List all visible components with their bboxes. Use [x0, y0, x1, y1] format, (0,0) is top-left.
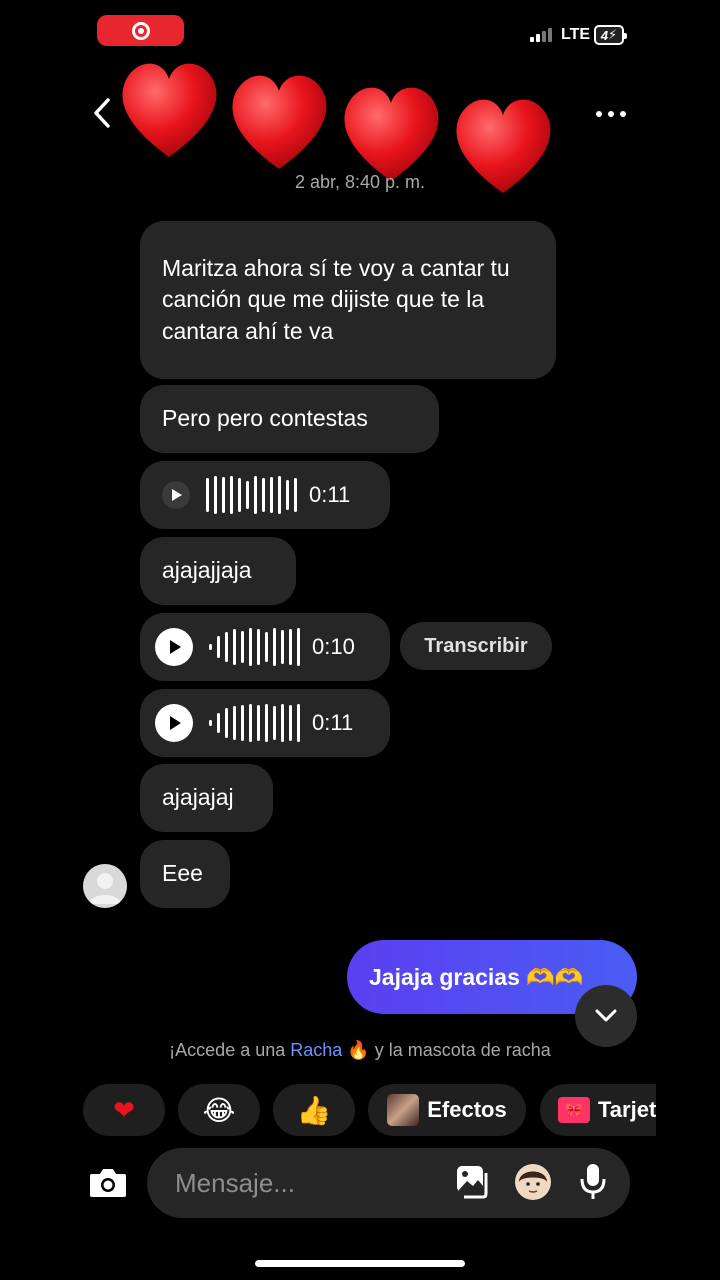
message-bubble[interactable]: Eee: [140, 840, 230, 908]
gallery-icon[interactable]: [455, 1164, 491, 1200]
message-text: ajajajaj: [162, 784, 234, 811]
message-bubble[interactable]: ajajajjaja: [140, 537, 296, 605]
effects-thumbnail-icon: [387, 1094, 420, 1126]
streak-suffix: y la mascota de racha: [369, 1040, 551, 1060]
message-text: Jajaja gracias 🫶🫶: [369, 963, 584, 990]
message-text: Pero pero contestas: [162, 405, 368, 432]
streak-banner: ¡Accede a una Racha 🔥 y la mascota de ra…: [0, 1040, 720, 1061]
waveform[interactable]: [209, 627, 300, 667]
chevron-down-icon: [595, 1009, 617, 1022]
message-input[interactable]: Mensaje...: [175, 1168, 295, 1199]
message-text: ajajajjaja: [162, 557, 252, 584]
network-label: LTE: [561, 26, 591, 43]
conversation-timestamp: 2 abr, 8:40 p. m.: [294, 172, 426, 192]
cards-label: Tarjet: [598, 1097, 656, 1122]
camera-icon[interactable]: [88, 1165, 128, 1199]
thumbs-up-icon: 👍: [296, 1094, 332, 1126]
microphone-icon[interactable]: [578, 1162, 608, 1202]
voice-message[interactable]: 0:11: [140, 689, 390, 757]
message-text: Eee: [162, 860, 203, 887]
heart-icon: ❤: [113, 1094, 135, 1125]
battery-icon: 4 ⚡: [594, 25, 627, 45]
heart-icon: [344, 87, 439, 181]
contact-avatar[interactable]: [83, 864, 127, 908]
play-icon[interactable]: [155, 704, 193, 742]
gift-card-icon: 🎀: [558, 1097, 590, 1123]
waveform[interactable]: [206, 475, 297, 515]
scroll-to-bottom-button[interactable]: [575, 985, 637, 1047]
quick-reactions-bar: ❤ 😂 👍 Efectos 🎀 Tarjet: [0, 1084, 656, 1136]
record-icon: [131, 21, 150, 40]
streak-prefix: ¡Accede a una: [169, 1040, 291, 1060]
heart-icon: [232, 75, 327, 169]
cards-button[interactable]: 🎀 Tarjet: [540, 1084, 656, 1136]
laughing-emoji-icon: 😂: [202, 1094, 236, 1126]
laugh-reaction-button[interactable]: 😂: [178, 1084, 260, 1136]
play-icon[interactable]: [162, 481, 190, 509]
back-icon[interactable]: [88, 96, 118, 130]
audio-duration: 0:11: [309, 482, 351, 508]
effects-button[interactable]: Efectos: [368, 1084, 526, 1136]
avatar-sticker-icon[interactable]: [515, 1164, 551, 1200]
voice-message[interactable]: 0:11: [140, 461, 390, 529]
signal-icon: [530, 28, 552, 42]
message-bubble[interactable]: Pero pero contestas: [140, 385, 439, 453]
waveform[interactable]: [209, 703, 300, 743]
streak-link[interactable]: Racha: [290, 1040, 342, 1060]
thumbs-up-reaction-button[interactable]: 👍: [273, 1084, 355, 1136]
effects-label: Efectos: [427, 1097, 507, 1122]
more-options-icon[interactable]: [596, 111, 626, 117]
play-icon[interactable]: [155, 628, 193, 666]
transcribe-button[interactable]: Transcribir: [400, 622, 552, 670]
message-text: Maritza ahora sí te voy a cantar tu canc…: [162, 254, 510, 344]
audio-duration: 0:10: [312, 634, 355, 660]
audio-duration: 0:11: [312, 710, 354, 736]
fire-icon: 🔥: [347, 1040, 370, 1060]
message-bubble[interactable]: Maritza ahora sí te voy a cantar tu canc…: [140, 221, 556, 379]
battery-level: 4: [600, 27, 609, 43]
heart-reaction-button[interactable]: ❤: [83, 1084, 165, 1136]
screen-record-indicator: [97, 15, 184, 46]
voice-message[interactable]: 0:10: [140, 613, 390, 681]
message-bubble[interactable]: ajajajaj: [140, 764, 273, 832]
heart-icon: [122, 63, 217, 157]
home-indicator[interactable]: [255, 1260, 465, 1267]
